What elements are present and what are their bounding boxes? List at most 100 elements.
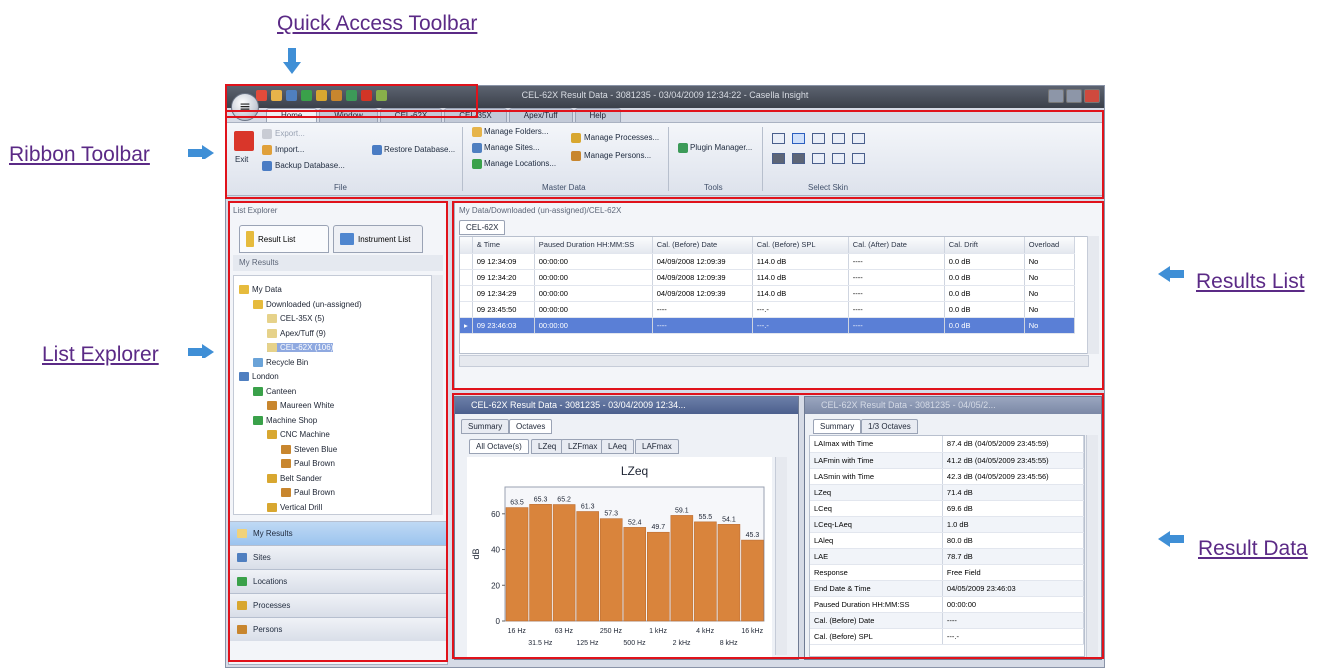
- skin-option[interactable]: [792, 133, 805, 144]
- nav-sites[interactable]: Sites: [229, 545, 447, 569]
- row-selector[interactable]: [460, 253, 473, 270]
- nav-processes[interactable]: Processes: [229, 593, 447, 617]
- tab-laeq[interactable]: LAeq: [601, 439, 634, 454]
- column-header[interactable]: & Time: [472, 237, 535, 254]
- tree-item[interactable]: Recycle Bin: [253, 357, 308, 367]
- persons-icon[interactable]: [331, 90, 342, 101]
- table-row[interactable]: 09 12:34:29 00:00:00 04/09/2008 12:09:39 11…: [460, 285, 1075, 302]
- tree-item[interactable]: Maureen White: [267, 401, 334, 410]
- manage-folders-button[interactable]: Manage Folders...: [484, 127, 548, 136]
- tab-cel-62x[interactable]: CEL-62X: [379, 108, 443, 122]
- tree-item[interactable]: Belt Sander: [267, 473, 322, 483]
- table-row[interactable]: Cal. (Before) Date ----: [810, 612, 1084, 629]
- download-icon[interactable]: [376, 90, 387, 101]
- import-button[interactable]: Import...: [275, 145, 304, 154]
- plugin-manager-button[interactable]: Plugin Manager...: [690, 143, 752, 152]
- plugin-icon[interactable]: [346, 90, 357, 101]
- table-row[interactable]: LZeq 71.4 dB: [810, 484, 1084, 501]
- tree-item[interactable]: Canteen: [253, 386, 296, 396]
- exit-icon[interactable]: [234, 131, 254, 151]
- exit-button[interactable]: Exit: [235, 155, 248, 164]
- tree-item[interactable]: My Data: [239, 285, 282, 294]
- skin-option[interactable]: [852, 133, 865, 144]
- table-row[interactable]: LAE 78.7 dB: [810, 548, 1084, 565]
- nav-persons[interactable]: Persons: [229, 617, 447, 641]
- row-selector[interactable]: [460, 301, 473, 318]
- chart-scrollbar[interactable]: [775, 457, 787, 655]
- tab-cel-35x[interactable]: CEL-35X: [444, 108, 507, 122]
- tree-item[interactable]: Vertical Drill: [267, 502, 322, 512]
- tab-octaves[interactable]: Octaves: [509, 419, 553, 434]
- tab-home[interactable]: Home: [266, 108, 318, 122]
- tab-summary[interactable]: Summary: [461, 419, 510, 434]
- skin-option[interactable]: [852, 153, 865, 164]
- tab-cel-62x-results[interactable]: CEL-62X: [459, 220, 506, 235]
- tree-item[interactable]: Paul Brown: [281, 459, 335, 468]
- row-selector[interactable]: [460, 269, 473, 286]
- results-scrollbar-h[interactable]: [459, 355, 1089, 367]
- tree-item[interactable]: Apex/Tuff (9): [267, 328, 326, 338]
- row-selector[interactable]: ▸: [460, 317, 473, 334]
- table-row[interactable]: End Date & Time 04/05/2009 23:46:03: [810, 580, 1084, 597]
- skin-option[interactable]: [772, 153, 785, 164]
- table-row[interactable]: Cal. (Before) SPL ---.-: [810, 628, 1084, 645]
- tree-scrollbar[interactable]: [431, 275, 443, 515]
- backup-database-button[interactable]: Backup Database...: [275, 161, 345, 170]
- results-scrollbar-v[interactable]: [1087, 236, 1099, 354]
- table-row[interactable]: LAleq 80.0 dB: [810, 532, 1084, 549]
- tree-item[interactable]: Downloaded (un-assigned): [253, 299, 362, 309]
- tree-item[interactable]: Steven Blue: [281, 444, 337, 454]
- maximize-icon[interactable]: [1066, 89, 1082, 103]
- open-icon[interactable]: [271, 90, 282, 101]
- summary-scrollbar[interactable]: [1086, 435, 1098, 657]
- minimize-icon[interactable]: [1048, 89, 1064, 103]
- manage-processes-button[interactable]: Manage Processes...: [584, 133, 659, 142]
- skin-option[interactable]: [772, 133, 785, 144]
- manage-locations-button[interactable]: Manage Locations...: [484, 159, 556, 168]
- column-header[interactable]: Cal. (Before) SPL: [752, 237, 849, 254]
- locations-icon[interactable]: [301, 90, 312, 101]
- tree-item[interactable]: Paul Brown: [281, 488, 335, 497]
- tree-item[interactable]: CNC Machine: [267, 430, 330, 439]
- tree-item[interactable]: CEL-35X (5): [267, 314, 324, 323]
- column-header[interactable]: Overload: [1024, 237, 1075, 254]
- table-row[interactable]: LCeq-LAeq 1.0 dB: [810, 516, 1084, 533]
- close-icon[interactable]: [1084, 89, 1100, 103]
- table-row[interactable]: Paused Duration HH:MM:SS 00:00:00: [810, 596, 1084, 613]
- tab-result-list[interactable]: Result List: [239, 225, 329, 253]
- manage-persons-button[interactable]: Manage Persons...: [584, 151, 651, 160]
- table-row[interactable]: LCeq 69.6 dB: [810, 500, 1084, 517]
- nav-my-results[interactable]: My Results: [229, 521, 447, 545]
- nav-locations[interactable]: Locations: [229, 569, 447, 593]
- export-button[interactable]: Export...: [275, 129, 305, 138]
- table-row[interactable]: ▸ 09 23:46:03 00:00:00 ---- ---.- ---- 0.0 dB N…: [460, 317, 1075, 334]
- tab-instrument-list[interactable]: Instrument List: [333, 225, 423, 253]
- new-icon[interactable]: [256, 90, 267, 101]
- tab-apex-tuff[interactable]: Apex/Tuff: [508, 108, 573, 122]
- delete-icon[interactable]: [361, 90, 372, 101]
- tab-third-octaves[interactable]: 1/3 Octaves: [861, 419, 918, 434]
- tab-window[interactable]: Window: [319, 108, 378, 122]
- tree-item[interactable]: CEL-62X (106): [267, 343, 334, 352]
- table-row[interactable]: Response Free Field: [810, 564, 1084, 581]
- skin-option[interactable]: [812, 133, 825, 144]
- table-row[interactable]: 09 12:34:09 00:00:00 04/09/2008 12:09:39 11…: [460, 253, 1075, 270]
- skin-option[interactable]: [832, 153, 845, 164]
- table-row[interactable]: LAFmin with Time 41.2 dB (04/05/2009 23:4…: [810, 452, 1084, 469]
- skin-option[interactable]: [832, 133, 845, 144]
- skin-option[interactable]: [812, 153, 825, 164]
- tab-lzfmax[interactable]: LZFmax: [561, 439, 605, 454]
- column-header[interactable]: Cal. (Before) Date: [652, 237, 753, 254]
- processes-icon[interactable]: [316, 90, 327, 101]
- tab-lafmax[interactable]: LAFmax: [635, 439, 679, 454]
- restore-database-button[interactable]: Restore Database...: [384, 145, 455, 154]
- sites-icon[interactable]: [286, 90, 297, 101]
- table-row[interactable]: 09 12:34:20 00:00:00 04/09/2008 12:09:39 11…: [460, 269, 1075, 286]
- column-header[interactable]: Cal. Drift: [944, 237, 1025, 254]
- table-row[interactable]: LAImax with Time 87.4 dB (04/05/2009 23:4…: [810, 436, 1084, 453]
- column-header[interactable]: Paused Duration HH:MM:SS: [534, 237, 653, 254]
- table-row[interactable]: 09 23:45:50 00:00:00 ---- ---.- ---- 0.0 dB No: [460, 301, 1075, 318]
- tab-summary[interactable]: Summary: [813, 419, 862, 434]
- table-row[interactable]: LASmin with Time 42.3 dB (04/05/2009 23:4…: [810, 468, 1084, 485]
- tree-item[interactable]: Machine Shop: [253, 415, 317, 425]
